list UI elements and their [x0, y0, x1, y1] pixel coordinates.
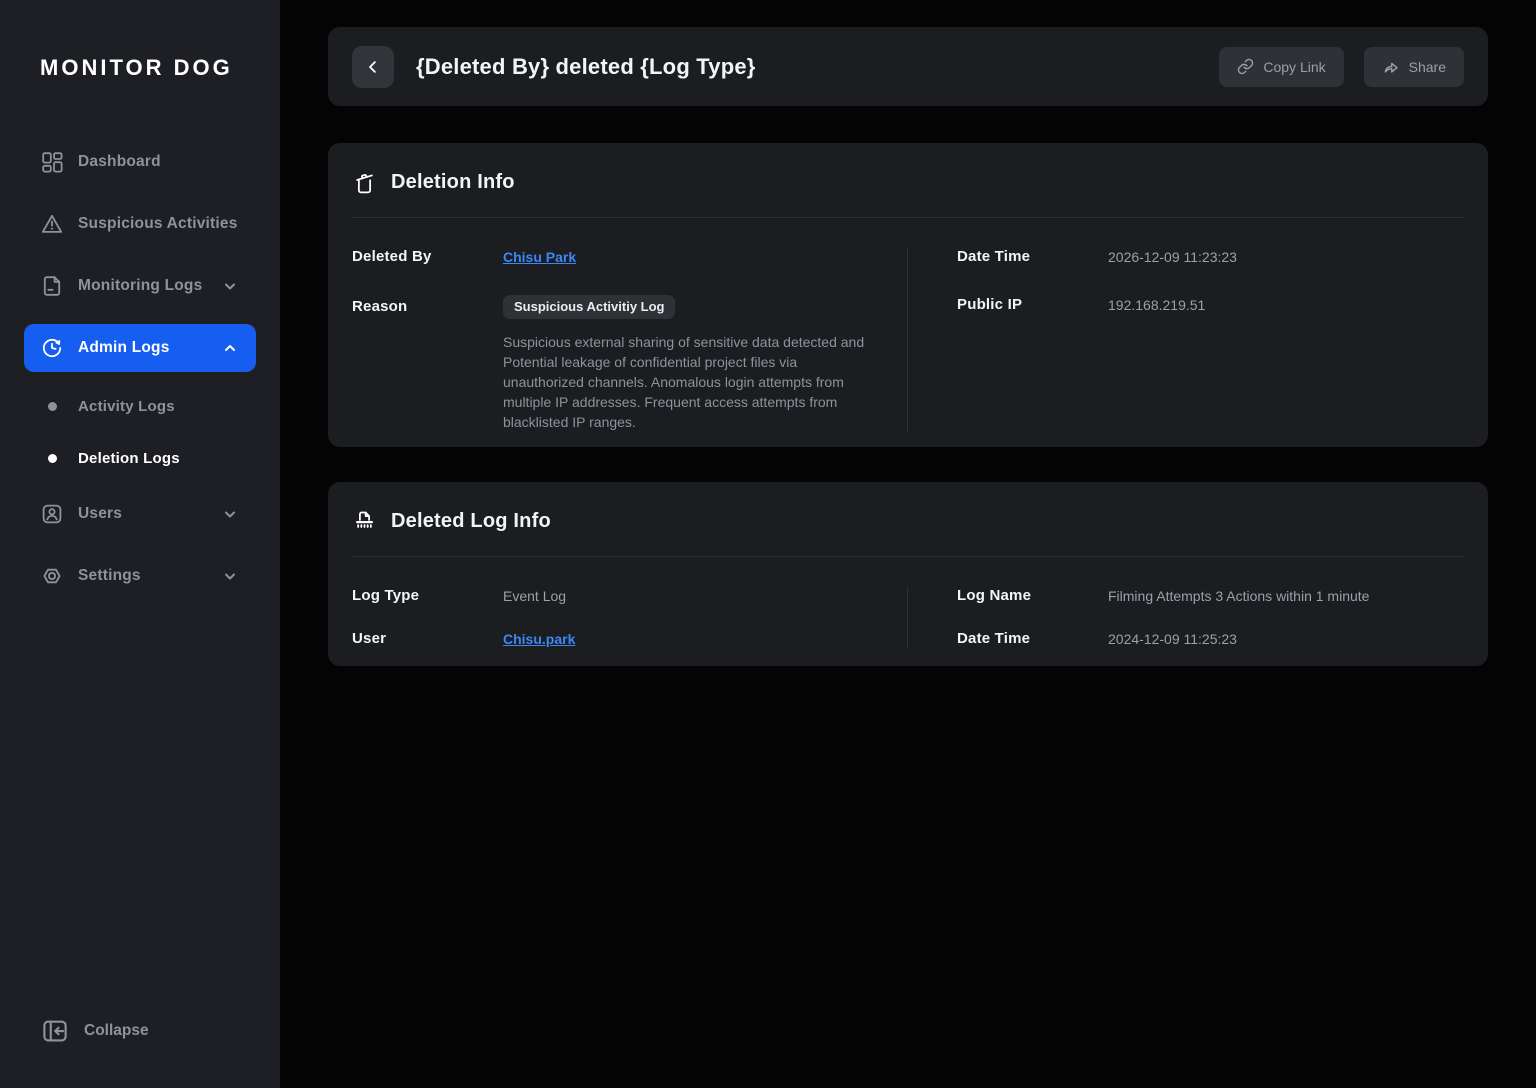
trash-open-icon [352, 170, 377, 195]
date-time-label: Date Time [957, 247, 1108, 267]
log-type-value: Event Log [503, 586, 566, 606]
deleted-log-info-card: Deleted Log Info Log Type Event Log User… [328, 482, 1488, 666]
warning-icon [40, 212, 64, 236]
share-label: Share [1409, 59, 1446, 75]
sidebar-subitem-activity-logs[interactable]: Activity Logs [24, 386, 256, 426]
sidebar-item-admin-logs[interactable]: Admin Logs [24, 324, 256, 372]
chevron-down-icon [218, 274, 242, 298]
sidebar-item-label: Suspicious Activities [78, 215, 242, 233]
chevron-down-icon [218, 564, 242, 588]
sidebar: MONITOR DOG Dashboard Suspicious Activit… [0, 0, 280, 1088]
deletion-info-card: Deletion Info Deleted By Chisu Park Reas… [328, 143, 1488, 447]
main-content: {Deleted By} deleted {Log Type} Copy Lin… [280, 0, 1536, 666]
public-ip-label: Public IP [957, 295, 1108, 315]
collapse-icon [40, 1016, 70, 1046]
sidebar-nav: Dashboard Suspicious Activities Monitori… [0, 138, 280, 600]
share-icon [1382, 58, 1400, 76]
date-time-label: Date Time [957, 629, 1108, 649]
bullet-dot-icon [48, 454, 57, 463]
user-link[interactable]: Chisu.park [503, 629, 575, 649]
shredded-document-icon [352, 509, 377, 534]
sidebar-item-monitoring-logs[interactable]: Monitoring Logs [24, 262, 256, 310]
user-label: User [352, 629, 503, 649]
user-icon [40, 502, 64, 526]
log-type-label: Log Type [352, 586, 503, 606]
log-name-label: Log Name [957, 586, 1108, 606]
sidebar-subitem-deletion-logs[interactable]: Deletion Logs [24, 438, 256, 478]
app-logo: MONITOR DOG [40, 56, 280, 80]
sidebar-item-settings[interactable]: Settings [24, 552, 256, 600]
sidebar-item-dashboard[interactable]: Dashboard [24, 138, 256, 186]
sidebar-item-label: Settings [78, 567, 218, 585]
log-name-value: Filming Attempts 3 Actions within 1 minu… [1108, 586, 1369, 606]
chevron-down-icon [218, 502, 242, 526]
copy-link-button[interactable]: Copy Link [1219, 47, 1343, 87]
sidebar-item-label: Monitoring Logs [78, 277, 218, 295]
page-header: {Deleted By} deleted {Log Type} Copy Lin… [328, 27, 1488, 106]
document-icon [40, 274, 64, 298]
card-title: Deleted Log Info [391, 510, 551, 533]
reason-label: Reason [352, 297, 503, 317]
link-icon [1237, 58, 1254, 75]
sidebar-item-suspicious-activities[interactable]: Suspicious Activities [24, 200, 256, 248]
dashboard-icon [40, 150, 64, 174]
date-time-value: 2026-12-09 11:23:23 [1108, 247, 1237, 267]
sidebar-item-label: Admin Logs [78, 339, 218, 357]
public-ip-value: 192.168.219.51 [1108, 295, 1205, 315]
collapse-button[interactable]: Collapse [40, 1016, 149, 1046]
copy-link-label: Copy Link [1263, 59, 1325, 75]
share-button[interactable]: Share [1364, 47, 1464, 87]
reason-badge: Suspicious Activitiy Log [503, 295, 675, 319]
sidebar-item-label: Users [78, 505, 218, 523]
history-clock-icon [40, 336, 64, 360]
sidebar-subitem-label: Activity Logs [78, 398, 175, 415]
reason-text: Suspicious external sharing of sensitive… [503, 332, 865, 432]
collapse-label: Collapse [84, 1022, 149, 1040]
card-title: Deletion Info [391, 171, 515, 194]
sidebar-item-users[interactable]: Users [24, 490, 256, 538]
settings-icon [40, 564, 64, 588]
deleted-by-link[interactable]: Chisu Park [503, 247, 576, 267]
chevron-up-icon [218, 336, 242, 360]
deleted-by-label: Deleted By [352, 247, 503, 267]
chevron-left-icon [364, 58, 382, 76]
sidebar-item-label: Dashboard [78, 153, 242, 171]
page-title: {Deleted By} deleted {Log Type} [416, 54, 1219, 80]
bullet-dot-icon [48, 402, 57, 411]
sidebar-subitem-label: Deletion Logs [78, 450, 180, 467]
date-time-value: 2024-12-09 11:25:23 [1108, 629, 1237, 649]
back-button[interactable] [352, 46, 394, 88]
